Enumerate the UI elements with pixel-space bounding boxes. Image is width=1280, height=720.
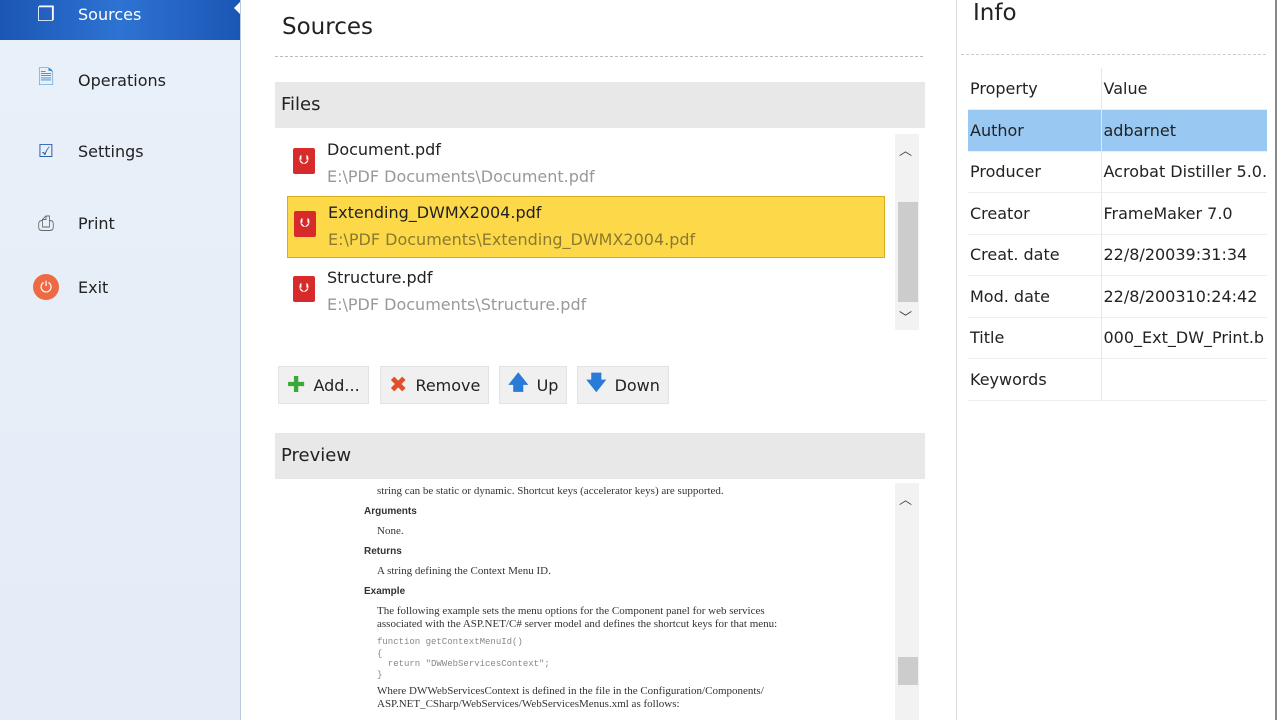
divider [961, 54, 1266, 55]
scroll-up-icon[interactable]: ︿ [899, 140, 912, 159]
document-arrow-icon: 🗎 [37, 65, 55, 89]
sidebar-item-exit[interactable]: ⏻ Exit [0, 267, 240, 307]
sidebar: ❐ Sources 🗎 Operations ☑ Settings ⎙ Print ⏻ E… [0, 0, 241, 720]
property-cell: Creat. date [968, 234, 1102, 276]
property-cell: Keywords [968, 358, 1102, 401]
property-cell: Mod. date [968, 275, 1102, 318]
value-cell: 22/8/20039:31:34 [1101, 234, 1267, 276]
value-cell: Acrobat Distiller 5.0.5 [1101, 151, 1267, 193]
preview-text: None. [377, 525, 404, 537]
sidebar-item-settings[interactable]: ☑ Settings [0, 131, 240, 171]
info-table: Property Value Author adbarnet Producer Acr… [968, 68, 1267, 401]
pdf-icon: ⮋ [293, 148, 315, 174]
table-row[interactable]: Producer Acrobat Distiller 5.0.5 [968, 151, 1267, 193]
printer-icon: ⎙ [38, 211, 54, 235]
preview-text: associated with the ASP.NET/C# server mo… [377, 618, 778, 630]
remove-button[interactable]: ✖ Remove [380, 366, 490, 404]
sidebar-item-operations[interactable]: 🗎 Operations [0, 60, 240, 100]
file-item[interactable]: ⮋ Document.pdf E:\PDF Documents\Document.p… [287, 134, 885, 196]
table-row[interactable]: Creat. date 22/8/20039:31:34 [968, 234, 1267, 276]
preview-code: { [377, 649, 383, 659]
property-cell: Author [968, 109, 1102, 152]
preview-header: Preview [275, 433, 925, 479]
file-list[interactable]: ⮋ Document.pdf E:\PDF Documents\Document.p… [275, 134, 921, 330]
table-row[interactable]: Creator FrameMaker 7.0 [968, 192, 1267, 235]
sidebar-item-print[interactable]: ⎙ Print [0, 203, 240, 243]
divider [275, 56, 923, 57]
table-row[interactable]: Keywords [968, 358, 1267, 401]
panel-border [1275, 0, 1277, 720]
value-cell: adbarnet [1101, 109, 1267, 152]
arrow-down-icon: 🡇 [586, 370, 607, 394]
file-list-scrollbar[interactable]: ︿ ﹀ [895, 134, 919, 330]
column-header[interactable]: Property [968, 68, 1102, 110]
value-cell [1101, 358, 1267, 401]
pdf-icon: ⮋ [293, 276, 315, 302]
property-cell: Creator [968, 192, 1102, 235]
value-cell: FrameMaker 7.0 [1101, 192, 1267, 235]
table-row[interactable]: Mod. date 22/8/200310:24:42 [968, 275, 1267, 318]
preview-scrollbar[interactable]: ︿ [895, 483, 919, 720]
page-title: Sources [282, 14, 373, 40]
scroll-down-icon[interactable]: ﹀ [899, 307, 912, 326]
preview-heading: Example [364, 586, 406, 597]
scrollbar-thumb[interactable] [898, 202, 918, 302]
up-button[interactable]: 🡅 Up [499, 366, 568, 404]
pdf-icon: ⮋ [294, 211, 316, 237]
column-header[interactable]: Value [1101, 68, 1267, 110]
preview-code: } [377, 670, 383, 680]
scrollbar-thumb[interactable] [898, 657, 918, 685]
files-header: Files [275, 82, 925, 128]
preview-heading: Arguments [364, 506, 417, 517]
value-cell: 22/8/200310:24:42 [1101, 275, 1267, 318]
preview-heading: Returns [364, 546, 402, 557]
x-icon: ✖ [389, 372, 408, 398]
down-button[interactable]: 🡇 Down [577, 366, 669, 404]
plus-icon: ✚ [287, 372, 306, 398]
preview-text: ASP.NET_CSharp/WebServices/WebServicesMe… [377, 698, 680, 710]
preview-text: string can be static or dynamic. Shortcu… [377, 485, 724, 497]
pages-icon: ❐ [37, 2, 55, 26]
sidebar-item-sources[interactable]: ❐ Sources [0, 0, 240, 40]
main-panel: Sources Files ⮋ Document.pdf E:\PDF Docume… [241, 0, 956, 720]
info-panel: Info Property Value Author adbarnet Produc… [956, 0, 1280, 720]
add-button[interactable]: ✚ Add... [278, 366, 369, 404]
preview-text: Where DWWebServicesContext is defined in… [377, 685, 764, 697]
preview-code: function getContextMenuId() [377, 637, 523, 647]
property-cell: Producer [968, 151, 1102, 193]
table-row[interactable]: Author adbarnet [968, 109, 1267, 152]
info-title: Info [973, 0, 1017, 26]
checkbox-icon: ☑ [37, 140, 55, 162]
file-item-selected[interactable]: ⮋ Extending_DWMX2004.pdf E:\PDF Documents\… [287, 196, 885, 258]
value-cell: 000_Ext_DW_Print.b [1101, 317, 1267, 359]
property-cell: Title [968, 317, 1102, 359]
table-row[interactable]: Title 000_Ext_DW_Print.b [968, 317, 1267, 359]
preview-pane: string can be static or dynamic. Shortcu… [275, 483, 895, 720]
arrow-up-icon: 🡅 [508, 370, 529, 394]
power-icon: ⏻ [33, 274, 59, 300]
file-item[interactable]: ⮋ Structure.pdf E:\PDF Documents\Structure… [287, 262, 885, 324]
scroll-up-icon[interactable]: ︿ [899, 489, 912, 508]
preview-text: The following example sets the menu opti… [377, 605, 765, 617]
preview-text: A string defining the Context Menu ID. [377, 565, 551, 577]
preview-code: return "DWWebServicesContext"; [377, 659, 550, 669]
